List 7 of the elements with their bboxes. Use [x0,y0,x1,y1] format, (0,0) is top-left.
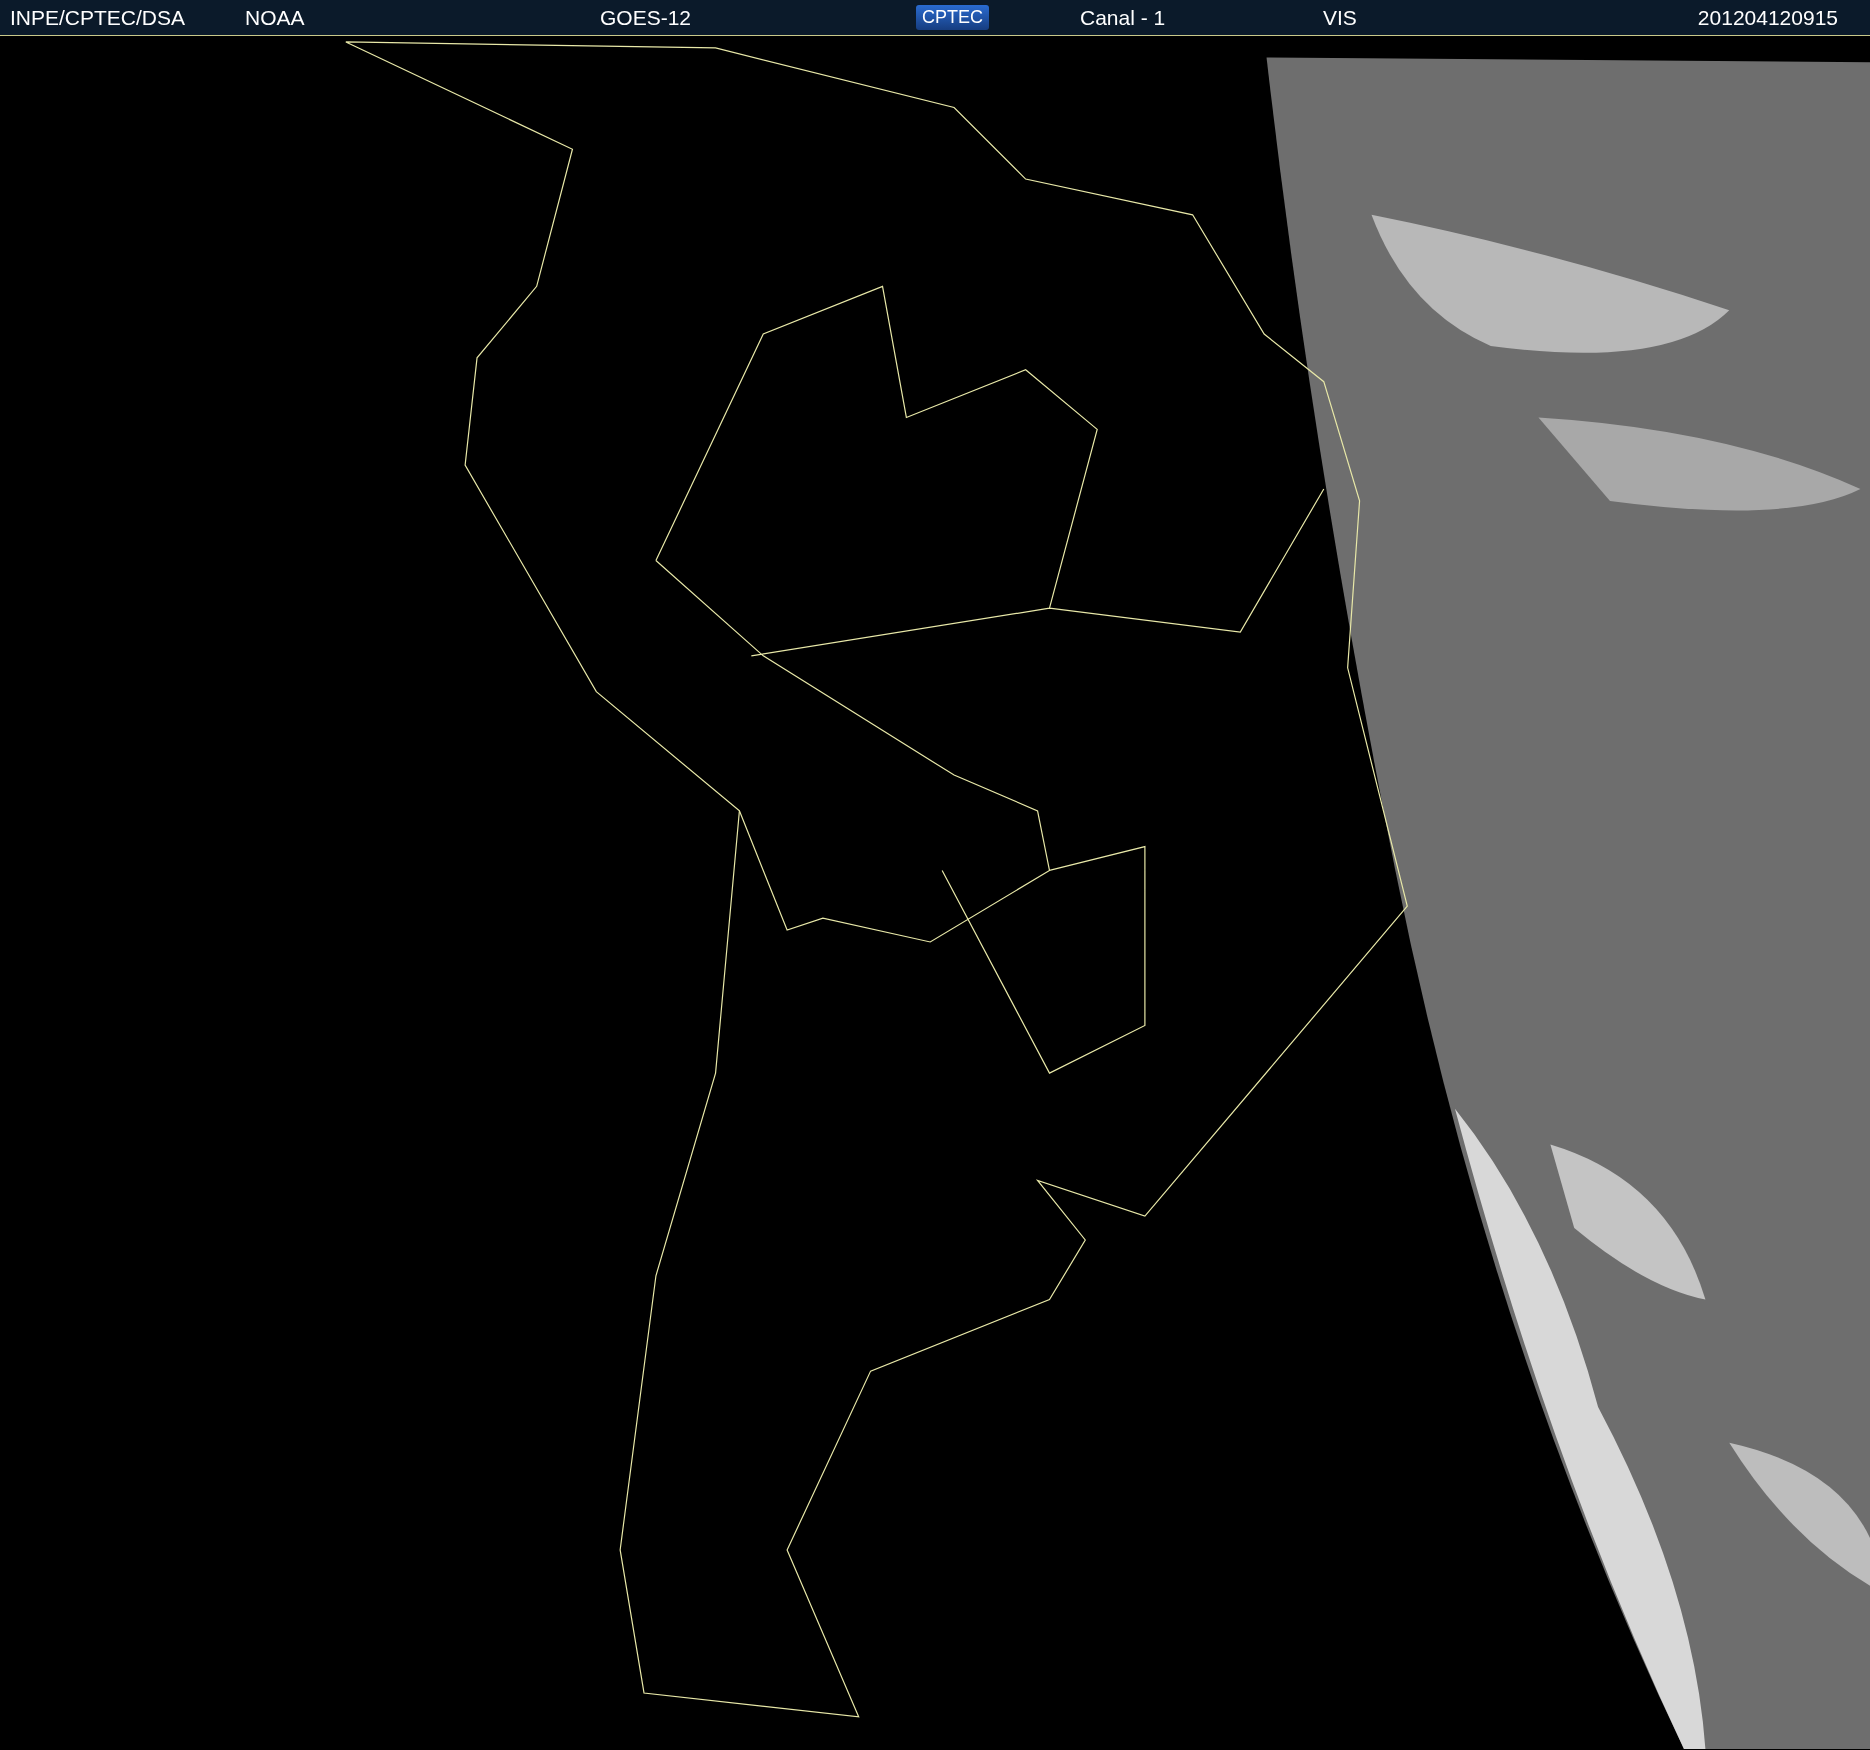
satellite-label: GOES-12 [600,5,693,30]
agency-label: NOAA [245,5,306,30]
source-label: INPE/CPTEC/DSA [10,5,187,30]
band-label: VIS [1323,5,1358,30]
timestamp-label: 201204120915 [1697,5,1838,30]
logo: CPTEC [916,5,989,30]
channel-label: Canal - 1 [1080,5,1167,30]
